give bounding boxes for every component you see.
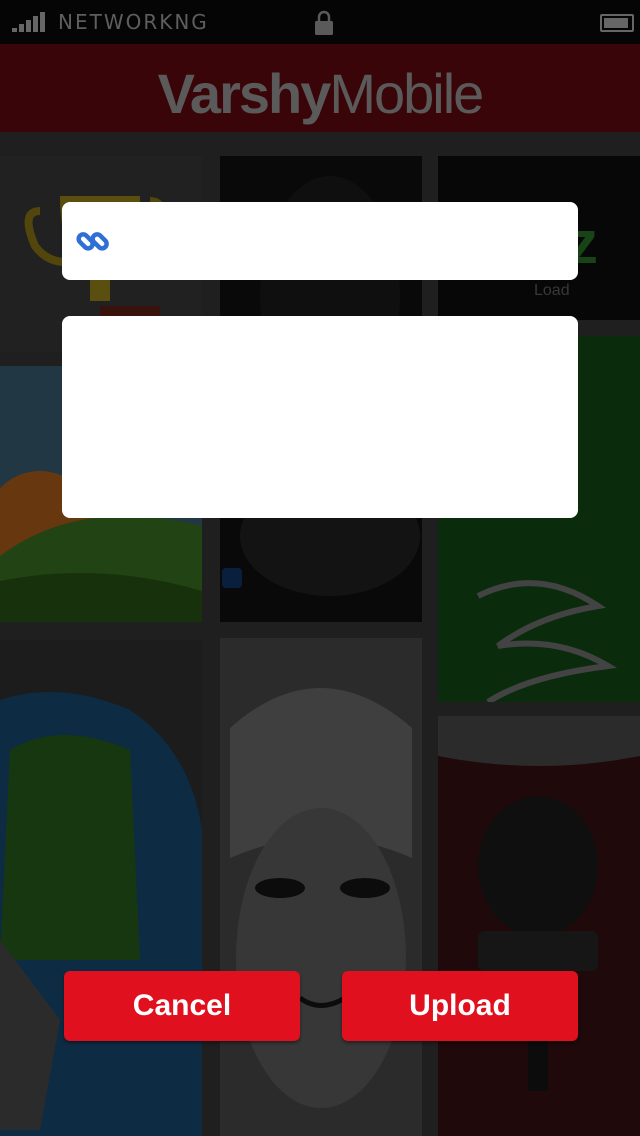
app-header: VarshyMobile	[0, 44, 640, 132]
logo-text-bold: Varshy	[157, 62, 332, 125]
description-field-container[interactable]	[62, 316, 578, 518]
url-field-container[interactable]	[62, 202, 578, 280]
app-logo: VarshyMobile	[0, 44, 640, 132]
upload-button[interactable]: Upload	[342, 971, 578, 1041]
url-input[interactable]	[122, 214, 566, 270]
status-bar: NETWORKNG	[0, 0, 640, 44]
logo-text-light: Mobile	[329, 62, 484, 125]
battery-icon	[600, 14, 634, 32]
description-textarea[interactable]	[74, 328, 568, 508]
signal-strength-icon	[12, 12, 52, 32]
link-icon	[76, 232, 109, 251]
lock-icon	[315, 10, 333, 35]
cancel-button[interactable]: Cancel	[64, 971, 300, 1041]
carrier-name: NETWORKNG	[58, 10, 209, 34]
